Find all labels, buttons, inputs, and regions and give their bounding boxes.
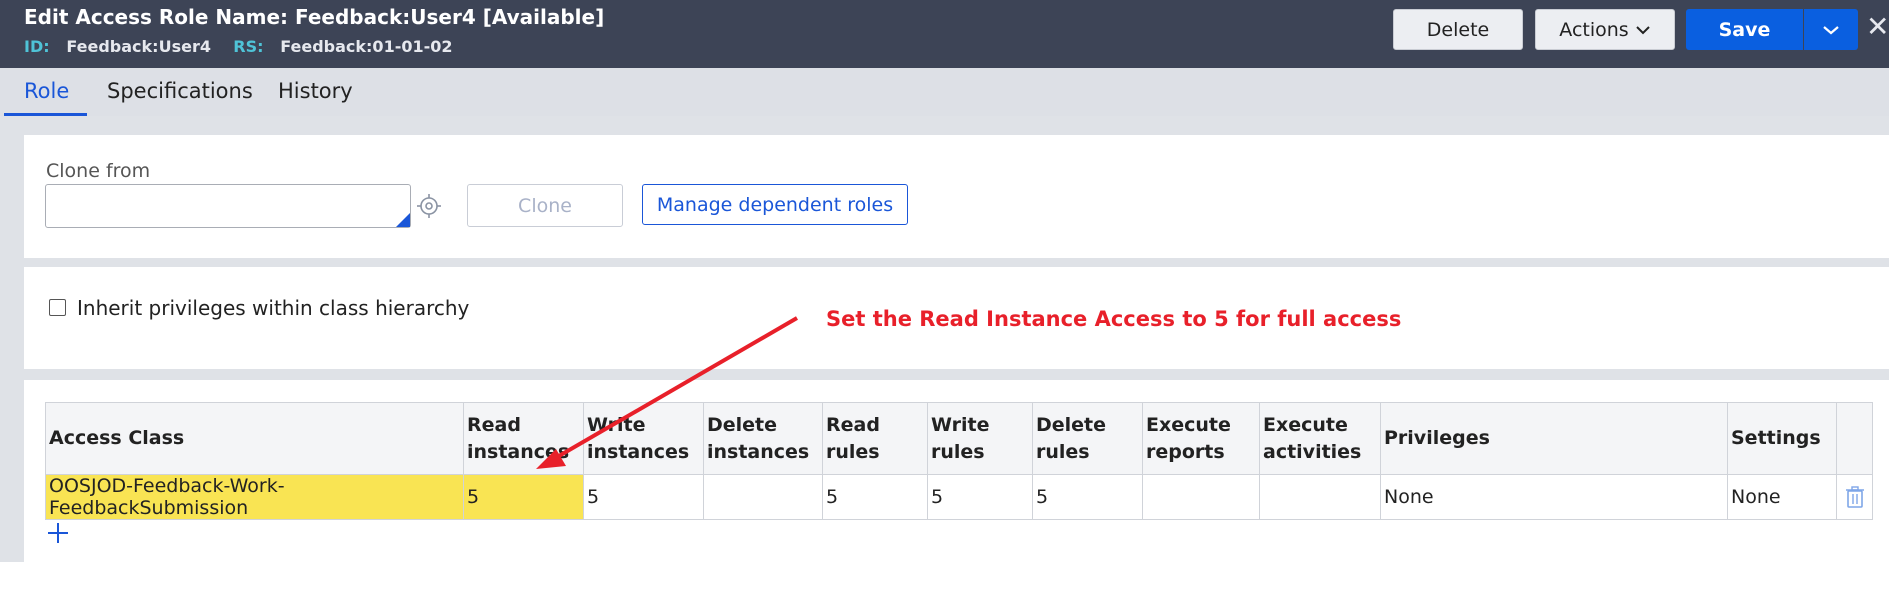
cell-delete-row — [1836, 474, 1873, 520]
cell-write-rules[interactable]: 5 — [927, 474, 1033, 520]
col-read-instances[interactable]: Read instances — [463, 402, 584, 475]
plus-icon[interactable] — [47, 522, 69, 544]
save-button[interactable]: Save — [1686, 9, 1803, 50]
rule-meta: ID: Feedback:User4 RS: Feedback:01-01-02 — [24, 37, 453, 56]
cell-delete-rules[interactable]: 5 — [1032, 474, 1143, 520]
tab-history[interactable]: History — [278, 79, 353, 103]
col-read-rules[interactable]: Read rules — [822, 402, 928, 475]
actions-button[interactable]: Actions — [1535, 9, 1675, 50]
actions-label: Actions — [1559, 18, 1629, 41]
col-delete-instances[interactable]: Delete instances — [703, 402, 823, 475]
cell-read-instances[interactable]: 5 — [463, 474, 584, 520]
manage-dependent-roles-button[interactable]: Manage dependent roles — [642, 184, 908, 225]
delete-button[interactable]: Delete — [1393, 9, 1523, 50]
rs-key: RS: — [233, 37, 264, 56]
inherit-privileges-label: Inherit privileges within class hierarch… — [77, 296, 470, 320]
rs-value: Feedback:01-01-02 — [280, 37, 453, 56]
chevron-down-icon — [1823, 25, 1839, 34]
table-row: OOSJOD-Feedback-Work-FeedbackSubmission … — [45, 474, 1873, 520]
clone-from-label: Clone from — [46, 160, 151, 182]
cell-read-rules[interactable]: 5 — [822, 474, 928, 520]
clone-from-input[interactable] — [45, 184, 411, 228]
col-write-instances[interactable]: Write instances — [583, 402, 704, 475]
autocomplete-indicator — [396, 213, 410, 227]
inherit-privileges-checkbox[interactable] — [49, 299, 66, 316]
col-settings[interactable]: Settings — [1727, 402, 1837, 475]
id-key: ID: — [24, 37, 50, 56]
cell-write-instances[interactable]: 5 — [583, 474, 704, 520]
target-icon[interactable] — [416, 193, 442, 219]
trash-icon[interactable] — [1844, 485, 1866, 509]
cell-access-class[interactable]: OOSJOD-Feedback-Work-FeedbackSubmission — [45, 474, 464, 520]
access-class-table: Access Class Read instances Write instance… — [45, 402, 1873, 520]
cell-delete-instances[interactable] — [703, 474, 823, 520]
cell-execute-activities[interactable] — [1259, 474, 1381, 520]
tab-role[interactable]: Role — [24, 79, 69, 103]
col-execute-activities[interactable]: Execute activities — [1259, 402, 1381, 475]
col-write-rules[interactable]: Write rules — [927, 402, 1033, 475]
page-title: Edit Access Role Name: Feedback:User4 [A… — [24, 5, 605, 29]
save-options-button[interactable] — [1804, 9, 1858, 50]
clone-button[interactable]: Clone — [467, 184, 623, 227]
col-execute-reports[interactable]: Execute reports — [1142, 402, 1260, 475]
col-actions — [1836, 402, 1873, 475]
cell-execute-reports[interactable] — [1142, 474, 1260, 520]
tab-specifications[interactable]: Specifications — [107, 79, 253, 103]
cell-privileges[interactable]: None — [1380, 474, 1728, 520]
cell-settings[interactable]: None — [1727, 474, 1837, 520]
table-header-row: Access Class Read instances Write instance… — [45, 402, 1873, 475]
col-delete-rules[interactable]: Delete rules — [1032, 402, 1143, 475]
id-value: Feedback:User4 — [66, 37, 211, 56]
annotation-callout: Set the Read Instance Access to 5 for fu… — [826, 307, 1402, 331]
col-access-class[interactable]: Access Class — [45, 402, 464, 475]
close-icon[interactable]: ✕ — [1866, 10, 1889, 43]
chevron-down-icon — [1635, 25, 1650, 34]
col-privileges[interactable]: Privileges — [1380, 402, 1728, 475]
